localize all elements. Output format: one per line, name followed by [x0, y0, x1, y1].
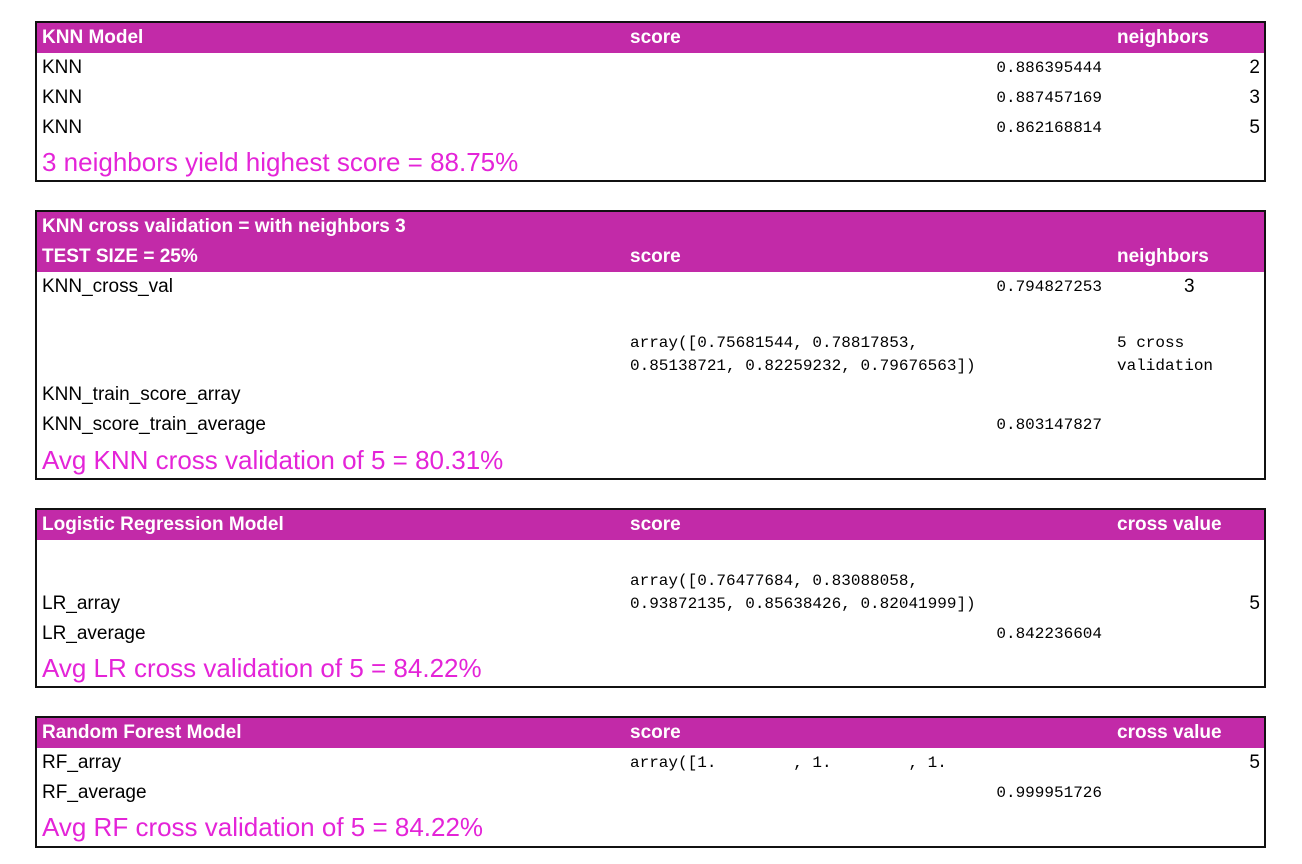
row-name: LR_array [42, 593, 121, 614]
header-cross-value: cross value [1117, 722, 1222, 743]
row-cross-value: 5 [1249, 593, 1260, 614]
row-score: 0.886395444 [996, 59, 1102, 77]
knn-summary: 3 neighbors yield highest score = 88.75% [42, 147, 519, 177]
knn-cv-summary: Avg KNN cross validation of 5 = 80.31% [42, 445, 504, 475]
knn-model-table: KNN Model score neighbors KNN 0.88639544… [35, 21, 1266, 182]
row-name: LR_average [42, 623, 146, 644]
knn-cv-array: array([0.75681544, 0.78817853, 0.8513872… [630, 332, 976, 378]
row-neighbors: 3 [1184, 276, 1195, 297]
header-score: score [630, 514, 681, 535]
row-name: RF_average [42, 782, 147, 803]
knn-model-header: KNN Model score neighbors [37, 23, 1264, 53]
header-score: score [630, 722, 681, 743]
array-line-1: array([0.75681544, 0.78817853, [630, 334, 919, 352]
lr-model-table: Logistic Regression Model score cross va… [35, 508, 1266, 688]
row-score: 0.999951726 [996, 784, 1102, 802]
header-score: score [630, 246, 681, 267]
header-title: KNN cross validation = with neighbors 3 [42, 216, 406, 237]
row-neighbors: 2 [1249, 57, 1260, 78]
row-name: KNN_train_score_array [42, 384, 241, 405]
row-neighbors: 5 [1249, 117, 1260, 138]
row-name: KNN [42, 117, 83, 138]
header-model: Logistic Regression Model [42, 514, 284, 535]
lr-summary: Avg LR cross validation of 5 = 84.22% [42, 653, 482, 683]
table-row: KNN_score_train_average 0.803147827 [37, 410, 1264, 440]
header-model: KNN Model [42, 27, 144, 48]
row-array: array([1. , 1. , 1. [630, 754, 947, 772]
note-line-2: validation [1117, 357, 1214, 375]
table-row: RF_average 0.999951726 [37, 778, 1264, 808]
rf-model-header: Random Forest Model score cross value [37, 718, 1264, 748]
header-neighbors: neighbors [1117, 246, 1209, 267]
row-neighbors: 3 [1249, 87, 1260, 108]
knn-cv-table: KNN cross validation = with neighbors 3 … [35, 210, 1266, 480]
row-name: RF_array [42, 752, 122, 773]
lr-model-header: Logistic Regression Model score cross va… [37, 510, 1264, 540]
row-name: KNN_score_train_average [42, 414, 266, 435]
table-row: KNN_cross_val 0.794827253 3 [37, 272, 1264, 302]
table-row: KNN 0.887457169 3 [37, 83, 1264, 113]
row-name: KNN [42, 57, 83, 78]
knn-cv-header: TEST SIZE = 25% score neighbors [37, 242, 1264, 272]
rf-summary: Avg RF cross validation of 5 = 84.22% [42, 812, 484, 842]
row-score: 0.862168814 [996, 119, 1102, 137]
knn-cv-header-title: KNN cross validation = with neighbors 3 [37, 212, 1264, 242]
rf-model-table: Random Forest Model score cross value RF… [35, 716, 1266, 848]
array-line-2: 0.85138721, 0.82259232, 0.79676563]) [630, 357, 976, 375]
row-score: 0.887457169 [996, 89, 1102, 107]
table-row: LR_array 5 [37, 589, 1264, 619]
note-line-1: 5 cross [1117, 334, 1185, 352]
header-test-size: TEST SIZE = 25% [42, 246, 198, 267]
header-model: Random Forest Model [42, 722, 242, 743]
knn-cv-note: 5 cross validation [1117, 332, 1213, 378]
row-name: KNN [42, 87, 83, 108]
table-row: LR_average 0.842236604 [37, 619, 1264, 649]
header-cross-value: cross value [1117, 514, 1222, 535]
row-cross-value: 5 [1249, 752, 1260, 773]
row-score: 0.794827253 [996, 278, 1102, 296]
table-row: KNN_train_score_array [37, 380, 1264, 410]
row-score: 0.842236604 [996, 625, 1102, 643]
row-name: KNN_cross_val [42, 276, 173, 297]
header-neighbors: neighbors [1117, 27, 1209, 48]
header-score: score [630, 27, 681, 48]
table-row: KNN 0.862168814 5 [37, 113, 1264, 143]
table-row: RF_array array([1. , 1. , 1. 5 [37, 748, 1264, 778]
row-score: 0.803147827 [996, 416, 1102, 434]
table-row: KNN 0.886395444 2 [37, 53, 1264, 83]
